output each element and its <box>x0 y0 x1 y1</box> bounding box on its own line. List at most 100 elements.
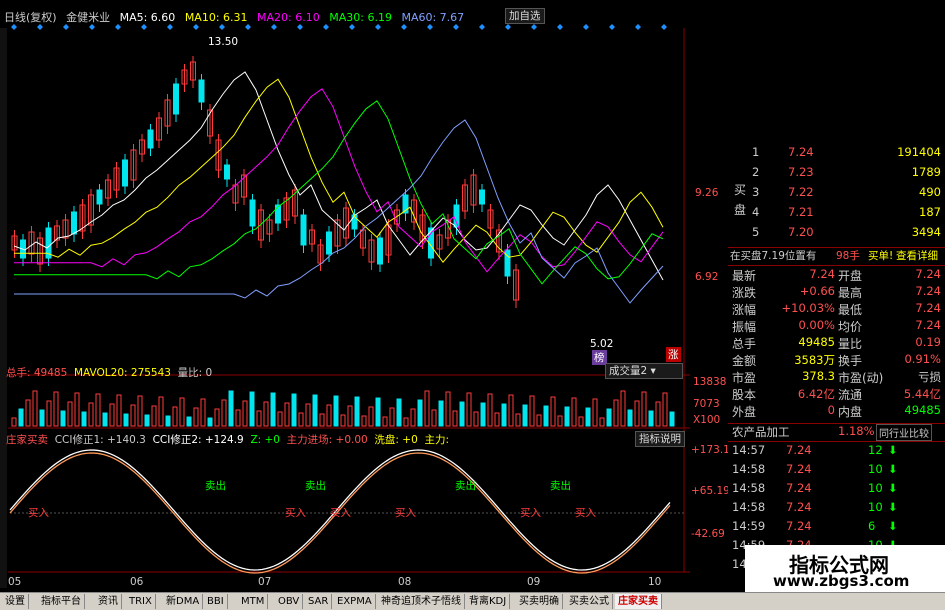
indicator-tab[interactable]: 资讯 <box>95 594 122 609</box>
volume-bar <box>599 417 605 427</box>
signal-diamond <box>271 24 277 30</box>
indicator-tab[interactable]: 设置 <box>2 594 29 609</box>
ma-line <box>14 88 664 273</box>
volume-bar <box>557 415 563 427</box>
volume-bar <box>396 398 402 427</box>
volume-total: 总手: 49485 <box>6 367 68 379</box>
cci2-value: CCI修正2: +124.9 <box>152 434 244 446</box>
volume-bar <box>60 410 66 427</box>
sell-signal: 卖出 <box>305 480 326 492</box>
signal-diamond <box>115 24 121 30</box>
ma-line <box>14 100 664 285</box>
indicator-tab[interactable]: BBI <box>204 594 228 609</box>
volume-bar <box>179 397 185 427</box>
volume-bar <box>319 413 325 427</box>
buy-signal: 买入 <box>575 507 596 519</box>
buy-signal: 买入 <box>330 507 351 519</box>
volume-bar <box>347 405 353 427</box>
volume-bar <box>662 392 668 427</box>
volume-bar <box>214 408 220 427</box>
volume-bar <box>634 400 640 427</box>
volume-bar <box>655 401 661 427</box>
sell-signal: 卖出 <box>550 480 571 492</box>
volume-bars <box>11 390 675 427</box>
volume-bar <box>480 402 486 427</box>
indicator-tab[interactable]: 背离KDJ <box>466 594 511 609</box>
mavol20: MAVOL20: 275543 <box>73 367 171 379</box>
volume-bar <box>550 396 556 427</box>
indicator-tab[interactable]: SAR <box>305 594 333 609</box>
sell-signal: 卖出 <box>455 480 476 492</box>
volume-bar <box>193 407 199 427</box>
volume-bar <box>543 405 549 427</box>
indicator-tab[interactable]: 新DMA <box>163 594 204 609</box>
volume-bar <box>46 400 52 427</box>
volume-bar <box>417 399 423 427</box>
volume-bar <box>165 415 171 427</box>
date-label: 07 <box>258 576 272 588</box>
quote-row: 涨跌 +0.66 最高 7.24 <box>732 284 941 300</box>
indicator-header: 庄家买卖 CCI修正1: +140.3 CCI修正2: +124.9 Z: +0… <box>6 432 449 447</box>
volume-bar <box>529 395 535 427</box>
volume-bar <box>592 398 598 427</box>
indicator-tab[interactable]: OBV <box>275 594 304 609</box>
volume-bar <box>438 400 444 427</box>
indicator-tab[interactable]: EXPMA <box>334 594 376 609</box>
kline-chart-area[interactable]: 日线(复权) 金健米业 MA5: 6.60 MA10: 6.31 MA20: 6… <box>0 0 730 592</box>
down-arrow-icon: ⬇ <box>888 462 898 476</box>
volume-bar <box>669 411 675 427</box>
high-price-label: 13.50 <box>208 36 239 48</box>
indicator-tab[interactable]: 指标平台 <box>38 594 85 609</box>
sell-signal: 卖出 <box>205 480 226 492</box>
main-force-label: 主力: <box>424 434 450 446</box>
ma-line <box>14 78 664 264</box>
signal-diamonds <box>11 24 667 30</box>
orderbook-row[interactable]: 3 7.22 490 <box>728 185 945 202</box>
signal-diamond <box>609 24 615 30</box>
low-price-label: 5.02 <box>590 338 614 350</box>
indicator-help-button[interactable]: 指标说明 <box>635 431 685 447</box>
industry-row[interactable]: 农产品加工 1.18% 同行业比较 <box>728 423 945 442</box>
indicator-tab[interactable]: 神奇追顶术子悟线 <box>378 594 465 609</box>
volume-bar <box>571 397 577 427</box>
volume-axis-unit: X100 <box>693 414 721 426</box>
signal-diamond <box>401 24 407 30</box>
signal-diamond <box>349 24 355 30</box>
orderbook-summary[interactable]: 在买盘7.19位置有 98手 买单! 查看详细 <box>728 247 945 266</box>
signal-diamond <box>89 24 95 30</box>
quote-row: 涨幅 +10.03% 最低 7.24 <box>732 301 941 317</box>
volume-bar <box>228 390 234 427</box>
watermark: 指标公式网 www.zbgs3.com <box>745 545 945 592</box>
date-label: 08 <box>398 576 412 588</box>
volume-bar <box>606 408 612 427</box>
indicator-tab[interactable]: 买卖公式 <box>566 594 613 609</box>
down-arrow-icon: ⬇ <box>888 500 898 514</box>
volume-bar <box>298 412 304 427</box>
volume-bar <box>522 404 528 427</box>
orderbook-row[interactable]: 5 7.20 3494 <box>728 225 945 242</box>
indicator-tab[interactable]: 买卖明确 <box>516 594 563 609</box>
volume-bar <box>333 395 339 427</box>
indicator-tabs-bar: 设置 指标平台 资讯 TRIX 新DMA BBI MTM OBV SAR EXPMA 神奇追顶术子悟… <box>0 592 945 610</box>
volume-bar <box>74 392 80 427</box>
volume-bar <box>284 402 290 427</box>
limit-up-flag[interactable]: 涨 <box>666 347 681 362</box>
quote-row: 外盘 0 内盘 49485 <box>732 403 941 419</box>
ma-lines <box>13 71 664 304</box>
buy-signal: 买入 <box>28 507 49 519</box>
volume-bar <box>123 413 129 427</box>
volume-bar <box>452 410 458 427</box>
volume-indicator-dropdown[interactable]: 成交量2 ▾ <box>605 363 683 379</box>
signal-diamond <box>193 24 199 30</box>
orderbook-row[interactable]: 2 7.23 1789 <box>728 165 945 182</box>
orderbook-row[interactable]: 4 7.21 187 <box>728 205 945 222</box>
quote-row: 总手 49485 量比 0.19 <box>732 335 941 351</box>
volume-bar <box>11 417 17 427</box>
main-entry-value: 主力进场: +0.00 <box>286 434 368 446</box>
volume-bar <box>249 391 255 427</box>
volume-bar <box>200 398 206 427</box>
orderbook-row[interactable]: 1 7.24 191404 <box>728 145 945 162</box>
indicator-tab[interactable]: MTM <box>238 594 269 609</box>
indicator-tab[interactable]: 庄家买卖 <box>615 594 662 609</box>
indicator-tab[interactable]: TRIX <box>126 594 156 609</box>
